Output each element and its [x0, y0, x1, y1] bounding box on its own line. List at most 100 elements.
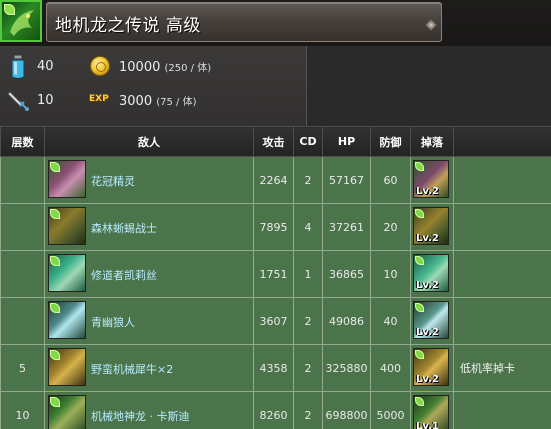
floor-cell	[0, 297, 45, 345]
exp-badge-icon: EXP	[89, 94, 109, 104]
col-floor: 层数	[0, 126, 45, 157]
attack-cell: 8260	[253, 391, 294, 429]
dragon-attribute-icon	[0, 0, 42, 42]
enemy-cell: 森林蜥蜴战士	[44, 203, 254, 251]
table-row: 10 机械地神龙 · 卡斯迪 8260 2 698800 5000 Lv.1	[0, 391, 551, 429]
cd-cell: 2	[293, 391, 323, 429]
note-cell: 低机率掉卡	[453, 344, 551, 392]
enemy-name-link[interactable]: 森林蜥蜴战士	[91, 220, 157, 236]
enemy-table-wrap: 层数 敌人 攻击 CD HP 防御 掉落 花冠精灵 2264 2 57167 6…	[0, 126, 551, 429]
note-cell	[453, 250, 551, 298]
wood-element-icon	[415, 256, 424, 265]
wood-element-icon	[415, 162, 424, 171]
col-hp: HP	[322, 126, 371, 157]
hp-cell: 49086	[322, 297, 371, 345]
wood-element-icon	[415, 350, 424, 359]
col-note	[453, 126, 551, 157]
floor-cell	[0, 156, 45, 204]
cd-cell: 2	[293, 297, 323, 345]
coin-reward: 10000 (250 / 体)	[119, 59, 211, 75]
drop-card-portrait[interactable]: Lv.2	[413, 207, 449, 245]
drop-cell: Lv.2	[410, 203, 454, 251]
sword-icon	[7, 91, 29, 111]
drop-level: Lv.2	[416, 327, 439, 338]
enemy-name-link[interactable]: 野蛮机械犀牛×2	[91, 361, 173, 377]
hp-cell: 36865	[322, 250, 371, 298]
stamina-value: 40	[37, 59, 54, 74]
enemy-name-link[interactable]: 修道者凯莉丝	[91, 267, 157, 283]
table-header-row: 层数 敌人 攻击 CD HP 防御 掉落	[0, 126, 551, 157]
drop-cell: Lv.2	[410, 344, 454, 392]
floor-cell	[0, 250, 45, 298]
enemy-name-link[interactable]: 机械地神龙 · 卡斯迪	[91, 408, 190, 424]
wood-element-icon	[415, 303, 424, 312]
table-row: 青幽狼人 3607 2 49086 40 Lv.2	[0, 297, 551, 345]
drop-card-portrait[interactable]: Lv.1	[413, 395, 449, 429]
cd-cell: 1	[293, 250, 323, 298]
wood-element-icon	[415, 209, 424, 218]
enemy-name-link[interactable]: 花冠精灵	[91, 173, 135, 189]
defense-cell: 40	[370, 297, 411, 345]
wood-element-icon	[415, 397, 424, 406]
drop-card-portrait[interactable]: Lv.2	[413, 160, 449, 198]
cd-cell: 4	[293, 203, 323, 251]
gold-coin-icon	[90, 56, 110, 76]
table-row: 花冠精灵 2264 2 57167 60 Lv.2	[0, 156, 551, 204]
col-enemy: 敌人	[44, 126, 254, 157]
hp-cell: 698800	[322, 391, 371, 429]
wood-element-icon	[50, 162, 60, 172]
enemy-cell: 野蛮机械犀牛×2	[44, 344, 254, 392]
floor-cell: 5	[0, 344, 45, 392]
drop-level: Lv.1	[416, 421, 439, 429]
enemy-portrait[interactable]	[48, 301, 86, 339]
note-cell	[453, 203, 551, 251]
cd-cell: 2	[293, 156, 323, 204]
enemy-portrait[interactable]	[48, 207, 86, 245]
hp-cell: 57167	[322, 156, 371, 204]
exp-value: 3000	[119, 94, 153, 109]
defense-cell: 60	[370, 156, 411, 204]
note-cell	[453, 297, 551, 345]
enemy-cell: 花冠精灵	[44, 156, 254, 204]
dungeon-header: 地机龙之传说 高级	[0, 0, 551, 46]
drop-card-portrait[interactable]: Lv.2	[413, 254, 449, 292]
enemy-cell: 青幽狼人	[44, 297, 254, 345]
coin-per-stamina: (250 / 体)	[164, 63, 212, 74]
enemy-portrait[interactable]	[48, 395, 86, 429]
attack-cell: 3607	[253, 297, 294, 345]
enemy-portrait[interactable]	[48, 348, 86, 386]
defense-cell: 400	[370, 344, 411, 392]
exp-reward: 3000 (75 / 体)	[119, 93, 197, 109]
drop-cell: Lv.2	[410, 297, 454, 345]
defense-cell: 10	[370, 250, 411, 298]
note-cell	[453, 156, 551, 204]
hp-cell: 325880	[322, 344, 371, 392]
dungeon-stats-panel: 40 10000 (250 / 体) 10 EXP 3000 (75 / 体)	[0, 46, 307, 126]
wood-element-icon	[50, 350, 60, 360]
title-rivet-icon	[425, 19, 437, 31]
defense-cell: 5000	[370, 391, 411, 429]
drop-card-portrait[interactable]: Lv.2	[413, 301, 449, 339]
defense-cell: 20	[370, 203, 411, 251]
drop-level: Lv.2	[416, 280, 439, 291]
enemy-cell: 修道者凯莉丝	[44, 250, 254, 298]
enemy-table: 层数 敌人 攻击 CD HP 防御 掉落 花冠精灵 2264 2 57167 6…	[0, 126, 551, 429]
enemy-cell: 机械地神龙 · 卡斯迪	[44, 391, 254, 429]
stamina-potion-icon	[11, 54, 25, 79]
enemy-name-link[interactable]: 青幽狼人	[91, 314, 135, 330]
attack-cell: 1751	[253, 250, 294, 298]
wood-element-icon	[50, 209, 60, 219]
col-drop: 掉落	[410, 126, 454, 157]
enemy-portrait[interactable]	[48, 160, 86, 198]
table-row: 5 野蛮机械犀牛×2 4358 2 325880 400 Lv.2 低机率掉卡	[0, 344, 551, 392]
rounds-value: 10	[37, 93, 54, 108]
table-row: 森林蜥蜴战士 7895 4 37261 20 Lv.2	[0, 203, 551, 251]
drop-level: Lv.2	[416, 374, 439, 385]
drop-level: Lv.2	[416, 186, 439, 197]
enemy-portrait[interactable]	[48, 254, 86, 292]
drop-cell: Lv.2	[410, 250, 454, 298]
drop-card-portrait[interactable]: Lv.2	[413, 348, 449, 386]
exp-per-stamina: (75 / 体)	[156, 97, 197, 108]
attack-cell: 7895	[253, 203, 294, 251]
drop-cell: Lv.1	[410, 391, 454, 429]
